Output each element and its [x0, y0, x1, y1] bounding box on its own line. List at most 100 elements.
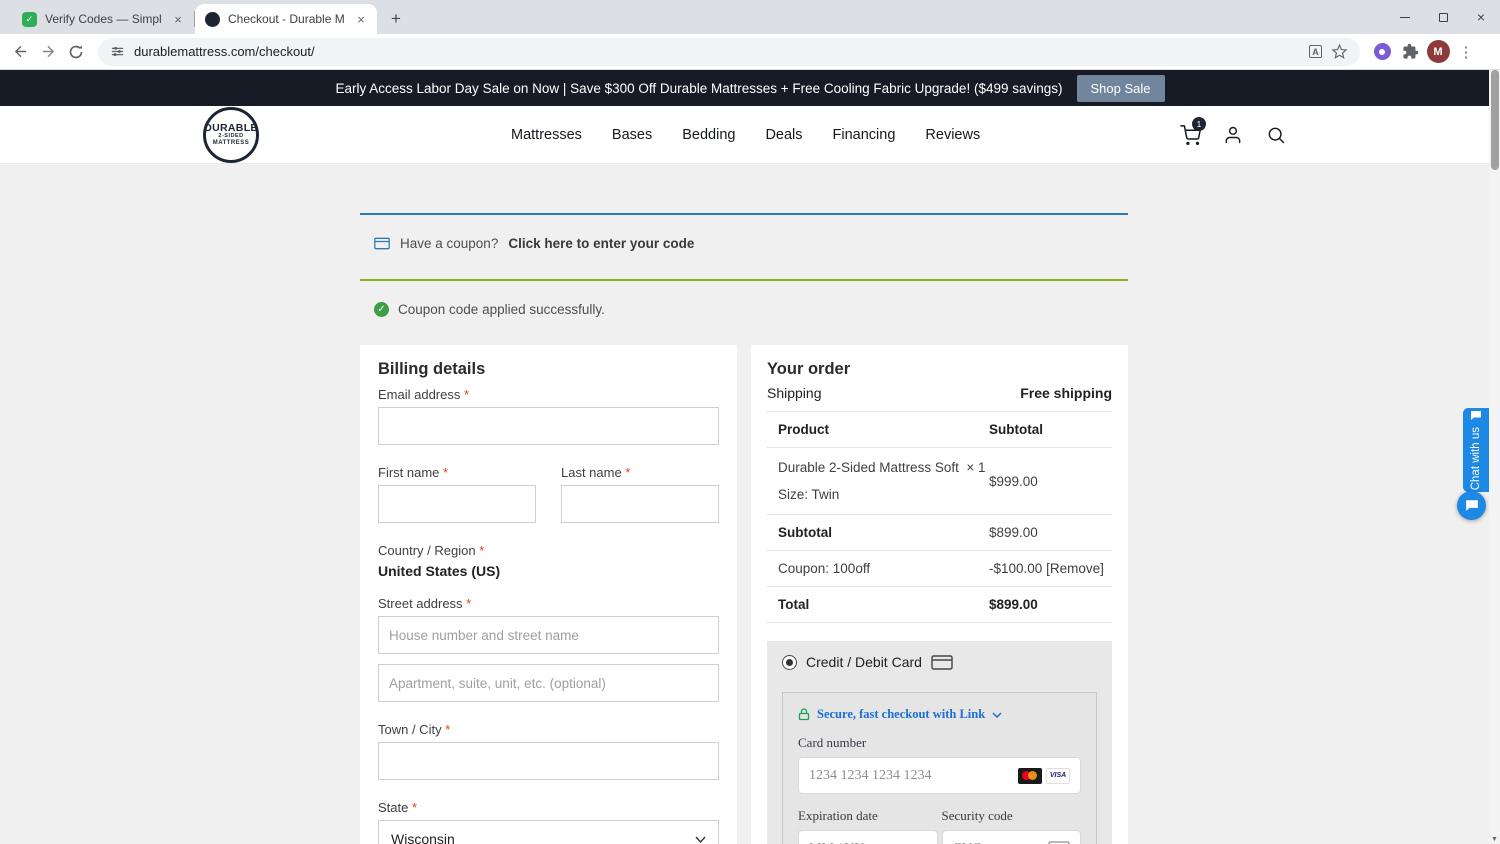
scrollbar-thumb[interactable]: [1490, 70, 1499, 170]
city-label: Town / City *: [378, 722, 451, 737]
expiry-field[interactable]: [798, 830, 938, 844]
coupon-enter-link[interactable]: Click here to enter your code: [508, 235, 694, 252]
payment-method-card-option[interactable]: Credit / Debit Card: [782, 654, 1097, 670]
state-label: State *: [378, 800, 418, 815]
window-controls: ×: [1386, 0, 1500, 34]
scrollbar-down-arrow[interactable]: ▼: [1489, 836, 1500, 843]
subtotal-row: Subtotal $899.00: [767, 515, 1112, 551]
visa-icon: VISA: [1046, 767, 1070, 784]
last-name-field-group: Last name *: [561, 465, 719, 523]
coupon-discount: -$100.00: [989, 561, 1043, 576]
cart-button[interactable]: 1: [1179, 117, 1206, 146]
search-button[interactable]: [1265, 124, 1287, 146]
stripe-card-form: Secure, fast checkout with Link Card num…: [782, 692, 1097, 844]
chat-with-us-tab[interactable]: Chat with us: [1463, 408, 1489, 492]
browser-toolbar: durablemattress.com/checkout/ A M ⋮: [0, 34, 1500, 70]
nav-bases[interactable]: Bases: [612, 127, 652, 143]
site-logo[interactable]: DURABLE 2-SIDED MATTRESS: [203, 107, 259, 163]
logo-text: MATTRESS: [212, 140, 250, 147]
coupon-remove-link[interactable]: [Remove]: [1046, 561, 1104, 576]
forward-button[interactable]: [34, 38, 62, 66]
country-value: United States (US): [378, 563, 501, 579]
tab-strip: ✓ Verify Codes — SimplyCodes × Checkout …: [0, 0, 1500, 34]
address-bar[interactable]: durablemattress.com/checkout/ A: [98, 37, 1360, 66]
browser-tab-checkout[interactable]: Checkout - Durable Mattress D ×: [195, 4, 377, 34]
reload-button[interactable]: [62, 38, 90, 66]
back-arrow-icon: [14, 45, 26, 58]
city-input[interactable]: [378, 742, 719, 780]
page-scrollbar[interactable]: ▼: [1489, 70, 1500, 844]
extensions-button[interactable]: [1396, 38, 1424, 66]
back-button[interactable]: [6, 38, 34, 66]
new-tab-button[interactable]: +: [383, 6, 409, 32]
puzzle-icon: [1402, 43, 1418, 59]
chat-launcher-button[interactable]: [1457, 491, 1486, 520]
apartment-input[interactable]: [378, 664, 719, 702]
success-check-icon: ✓: [374, 302, 389, 317]
reload-icon: [69, 44, 83, 58]
payment-methods: Credit / Debit Card Secure, fast checkou…: [767, 641, 1112, 844]
first-name-field-group: First name *: [378, 465, 536, 523]
order-review-card: Your order Shipping Free shipping Produc…: [751, 345, 1128, 844]
profile-avatar: M: [1426, 40, 1450, 63]
bookmark-star-icon[interactable]: [1331, 43, 1348, 60]
credit-card-icon: [931, 654, 953, 670]
coupon-icon: [374, 237, 390, 250]
browser-tab-simplycodes[interactable]: ✓ Verify Codes — SimplyCodes ×: [12, 4, 194, 34]
card-number-input[interactable]: [809, 767, 1018, 784]
user-icon: [1225, 126, 1241, 144]
sale-banner: Early Access Labor Day Sale on Now | Sav…: [0, 70, 1500, 106]
window-maximize-button[interactable]: [1424, 0, 1462, 34]
shop-sale-button[interactable]: Shop Sale: [1076, 74, 1165, 102]
cart-count-badge: 1: [1192, 117, 1206, 131]
shipping-label: Shipping: [767, 385, 822, 401]
window-close-button[interactable]: ×: [1462, 0, 1500, 34]
card-radio-button[interactable]: [782, 654, 797, 670]
order-item-row: Durable 2-Sided Mattress Soft × 1 Size: …: [767, 448, 1112, 515]
state-select[interactable]: Wisconsin: [378, 820, 719, 844]
tab-title: Verify Codes — SimplyCodes: [45, 12, 162, 26]
forward-arrow-icon: [42, 45, 54, 58]
account-button[interactable]: [1222, 124, 1244, 146]
street-label: Street address *: [378, 596, 472, 611]
browser-menu-button[interactable]: ⋮: [1452, 38, 1480, 66]
link-checkout-banner[interactable]: Secure, fast checkout with Link: [798, 707, 1081, 722]
nav-mattresses[interactable]: Mattresses: [511, 127, 582, 143]
item-price: $999.00: [989, 473, 1038, 489]
nav-deals[interactable]: Deals: [765, 127, 802, 143]
order-table-header: Product Subtotal: [767, 411, 1112, 448]
first-name-input[interactable]: [378, 485, 536, 523]
maximize-icon: [1438, 12, 1448, 22]
profile-button[interactable]: M: [1424, 38, 1452, 66]
total-row: Total $899.00: [767, 587, 1112, 623]
order-table: Product Subtotal Durable 2-Sided Mattres…: [767, 411, 1112, 623]
coupon-notice-text: Have a coupon?: [400, 236, 499, 251]
billing-details-card: Billing details Email address * First na…: [360, 345, 737, 844]
expiry-input[interactable]: [809, 840, 927, 844]
url-text[interactable]: durablemattress.com/checkout/: [134, 44, 1300, 59]
chat-tab-label: Chat with us: [1470, 426, 1482, 491]
extension-icon: [1373, 43, 1391, 60]
tab-close-icon[interactable]: ×: [170, 11, 186, 27]
email-label: Email address *: [378, 387, 470, 402]
nav-financing[interactable]: Financing: [833, 127, 896, 143]
cvc-field[interactable]: [941, 830, 1081, 844]
card-number-field[interactable]: VISA: [798, 757, 1081, 794]
translate-icon[interactable]: A: [1309, 45, 1322, 58]
window-minimize-button[interactable]: [1386, 0, 1424, 34]
nav-bedding[interactable]: Bedding: [682, 127, 735, 143]
street-address-input[interactable]: [378, 616, 719, 654]
last-name-input[interactable]: [561, 485, 719, 523]
cvc-input[interactable]: [952, 840, 1048, 844]
payment-method-label: Credit / Debit Card: [806, 654, 922, 670]
site-info-icon[interactable]: [110, 44, 125, 59]
email-input[interactable]: [378, 407, 719, 445]
simplycodes-favicon-icon: ✓: [22, 11, 37, 27]
chat-bubble-icon: [1471, 410, 1481, 420]
nav-reviews[interactable]: Reviews: [925, 127, 980, 143]
extension-simplycodes-button[interactable]: [1368, 38, 1396, 66]
expiry-label: Expiration date: [798, 808, 878, 823]
tab-close-icon[interactable]: ×: [353, 11, 369, 27]
tab-title: Checkout - Durable Mattress D: [228, 12, 345, 26]
country-label: Country / Region *: [378, 543, 485, 558]
